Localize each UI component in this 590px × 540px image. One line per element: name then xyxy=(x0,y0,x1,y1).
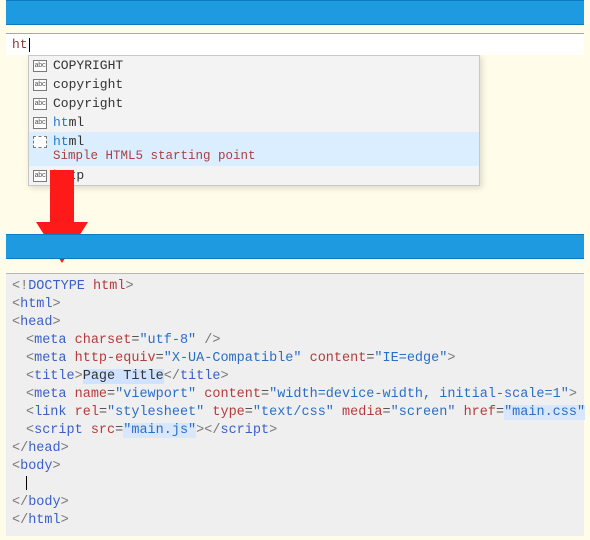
suggestion-label: copyright xyxy=(53,77,123,92)
abc-icon: abc xyxy=(33,98,47,110)
autocomplete-popup[interactable]: abcCOPYRIGHTabccopyrightabcCopyrightabch… xyxy=(28,55,480,186)
suggestion-body: Copyright xyxy=(53,96,123,111)
suggestion-item[interactable]: abc Copyright xyxy=(29,94,479,113)
suggestion-item[interactable]: abc COPYRIGHT xyxy=(29,56,479,75)
suggestion-label: Copyright xyxy=(53,96,123,111)
suggestion-body: http xyxy=(53,168,84,183)
suggestion-body: html xyxy=(53,115,84,130)
suggestion-body: htmlSimple HTML5 starting point xyxy=(53,134,256,164)
suggestion-body: COPYRIGHT xyxy=(53,58,123,73)
editor-text-line[interactable]: ht xyxy=(6,33,584,55)
suggestion-item[interactable]: htmlSimple HTML5 starting point xyxy=(29,132,479,166)
suggestion-label: COPYRIGHT xyxy=(53,58,123,73)
suggestion-item[interactable]: abchtml xyxy=(29,113,479,132)
abc-icon: abc xyxy=(33,60,47,72)
snippet-icon xyxy=(33,136,47,148)
typed-text: ht xyxy=(12,37,28,52)
editor-tab-bar-top xyxy=(6,0,584,25)
suggestion-label: http xyxy=(53,168,84,183)
abc-icon: abc xyxy=(33,79,47,91)
suggestion-description: Simple HTML5 starting point xyxy=(53,149,256,164)
text-caret xyxy=(29,38,30,52)
abc-icon: abc xyxy=(33,170,47,182)
suggestion-label: html xyxy=(53,115,84,130)
suggestion-body: copyright xyxy=(53,77,123,92)
suggestion-item[interactable]: abchttp xyxy=(29,166,479,185)
abc-icon: abc xyxy=(33,117,47,129)
suggestion-label: html xyxy=(53,134,256,149)
editor-tab-bar-bottom xyxy=(6,234,584,259)
bottom-panel: <!DOCTYPE html> <html> <head> <meta char… xyxy=(6,234,584,536)
code-editor[interactable]: <!DOCTYPE html> <html> <head> <meta char… xyxy=(6,273,584,536)
suggestion-item[interactable]: abc copyright xyxy=(29,75,479,94)
top-panel: ht abcCOPYRIGHTabccopyrightabcCopyrighta… xyxy=(0,0,590,186)
